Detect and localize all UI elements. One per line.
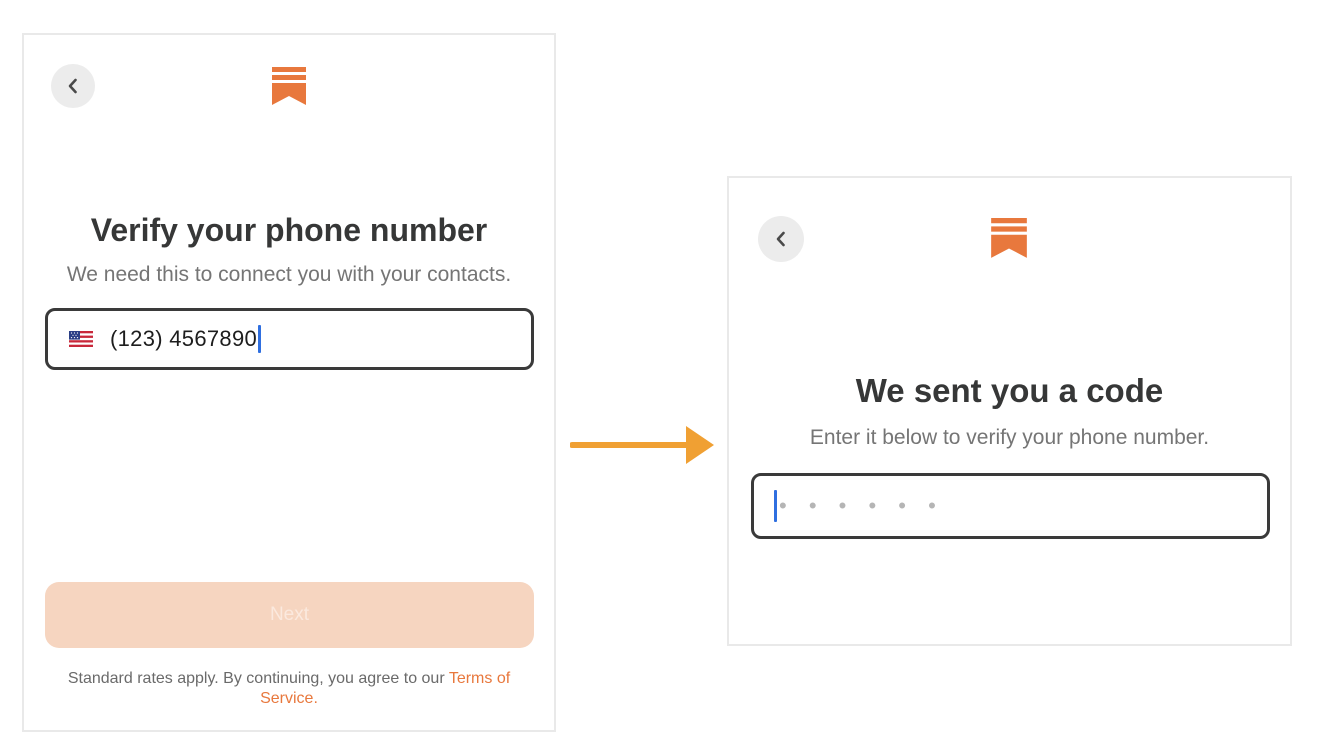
- substack-logo-icon: [991, 218, 1027, 258]
- legal-suffix: .: [313, 690, 318, 707]
- page-title: We sent you a code: [855, 372, 1164, 409]
- page-title: Verify your phone number: [90, 212, 488, 248]
- page-subtitle: We need this to connect you with your co…: [66, 263, 512, 286]
- enter-code-screen: We sent you a code Enter it below to ver…: [727, 176, 1292, 646]
- verification-code-field[interactable]: • • • • • •: [751, 473, 1270, 539]
- back-button[interactable]: [758, 216, 804, 262]
- substack-logo-icon: [272, 67, 306, 105]
- phone-number-value: (123) 4567890: [110, 326, 258, 351]
- legal-notice: Standard rates apply. By continuing, you…: [44, 669, 534, 709]
- arrow-right-icon: [570, 426, 714, 464]
- back-button[interactable]: [51, 64, 95, 108]
- text-cursor: [258, 325, 262, 353]
- legal-text: Standard rates apply. By continuing, you…: [67, 670, 449, 687]
- phone-number-field[interactable]: (123) 4567890: [45, 308, 534, 370]
- chevron-left-icon: [776, 231, 785, 247]
- us-flag-icon[interactable]: [69, 331, 93, 347]
- chevron-left-icon: [68, 78, 77, 94]
- code-placeholder: • • • • • •: [779, 493, 944, 518]
- page-subtitle: Enter it below to verify your phone numb…: [809, 426, 1210, 449]
- verify-phone-screen: Verify your phone number We need this to…: [22, 33, 556, 732]
- next-button[interactable]: Next: [45, 582, 534, 648]
- text-cursor: [774, 490, 777, 522]
